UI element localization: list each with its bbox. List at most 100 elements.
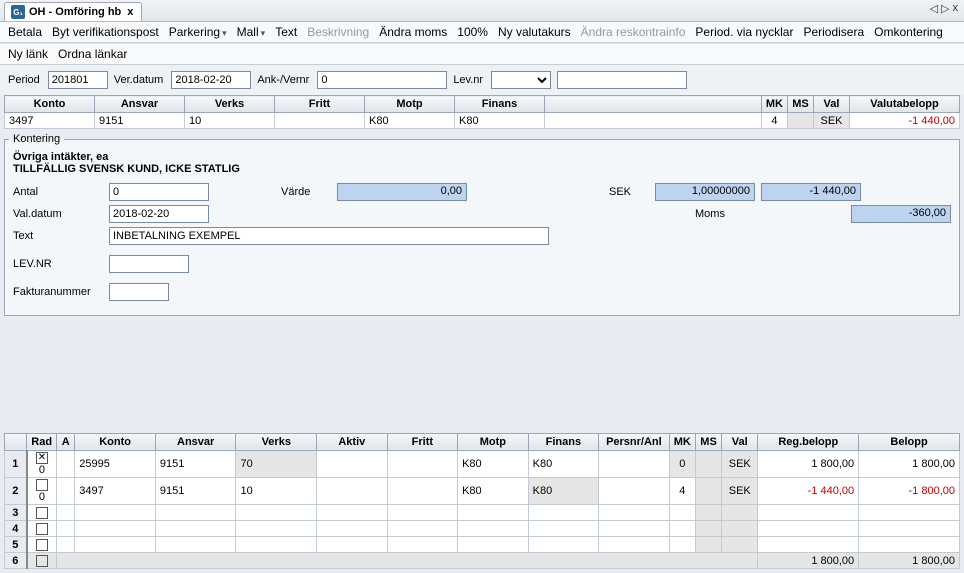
- cell-pers[interactable]: [599, 537, 670, 553]
- cell-pers[interactable]: [599, 521, 670, 537]
- cell-ansvar[interactable]: [155, 505, 236, 521]
- toolbar-byt-verifikationspost[interactable]: Byt verifikationspost: [52, 25, 159, 39]
- cell-fritt[interactable]: [387, 450, 458, 477]
- cell-val[interactable]: SEK: [814, 113, 850, 129]
- col-motp[interactable]: Motp: [365, 96, 455, 113]
- col-ansvar[interactable]: Ansvar: [95, 96, 185, 113]
- verdatum-input[interactable]: [171, 71, 251, 89]
- cell-reg[interactable]: [758, 505, 859, 521]
- cell-verks[interactable]: [236, 537, 317, 553]
- rad-cell[interactable]: 0: [27, 450, 57, 477]
- cell-aktiv[interactable]: [317, 505, 388, 521]
- checkbox-icon[interactable]: [36, 452, 48, 464]
- cell-ms[interactable]: [695, 537, 721, 553]
- cell-bel[interactable]: [859, 537, 960, 553]
- cell-verks[interactable]: 10: [236, 477, 317, 504]
- cell-konto[interactable]: [75, 505, 156, 521]
- cell-fritt[interactable]: [387, 537, 458, 553]
- cell-finans[interactable]: K80: [455, 113, 545, 129]
- toolbar-ny-valutakurs[interactable]: Ny valutakurs: [498, 25, 571, 39]
- cell-ms[interactable]: [695, 521, 721, 537]
- col-val[interactable]: Val: [814, 96, 850, 113]
- rad-cell[interactable]: [27, 521, 57, 537]
- cell-fritt[interactable]: [275, 113, 365, 129]
- lcol-aktiv[interactable]: Aktiv: [317, 433, 388, 450]
- ank-input[interactable]: [317, 71, 447, 89]
- cell-fritt[interactable]: [387, 521, 458, 537]
- rownum-cell[interactable]: 2: [5, 477, 27, 504]
- col-fritt[interactable]: Fritt: [275, 96, 365, 113]
- cell-bel[interactable]: 1 800,00: [859, 450, 960, 477]
- col-blank[interactable]: [545, 96, 762, 113]
- lcol-belopp[interactable]: Belopp: [859, 433, 960, 450]
- toolbar--ndra-moms[interactable]: Ändra moms: [379, 25, 447, 39]
- cell-ansvar[interactable]: [155, 537, 236, 553]
- cell-verks[interactable]: 70: [236, 450, 317, 477]
- rad-cell[interactable]: 0: [27, 477, 57, 504]
- cell-mk[interactable]: 4: [669, 477, 695, 504]
- lcol-a[interactable]: A: [57, 433, 75, 450]
- cell-a[interactable]: [57, 521, 75, 537]
- cell-val[interactable]: [722, 521, 758, 537]
- antal-input[interactable]: [109, 183, 209, 201]
- cell-reg[interactable]: 1 800,00: [758, 450, 859, 477]
- lcol-verks[interactable]: Verks: [236, 433, 317, 450]
- lcol-motp[interactable]: Motp: [458, 433, 529, 450]
- lcol-ansvar[interactable]: Ansvar: [155, 433, 236, 450]
- cell-ms[interactable]: [695, 505, 721, 521]
- lcol-fritt[interactable]: Fritt: [387, 433, 458, 450]
- rownum-cell[interactable]: 5: [5, 537, 27, 553]
- cell-blank[interactable]: [545, 113, 762, 129]
- cell-finans[interactable]: K80: [528, 450, 599, 477]
- rownum-cell[interactable]: 4: [5, 521, 27, 537]
- checkbox-icon[interactable]: [36, 507, 48, 519]
- cell-motp[interactable]: K80: [365, 113, 455, 129]
- cell-reg[interactable]: [758, 537, 859, 553]
- lcol-mk[interactable]: MK: [669, 433, 695, 450]
- period-input[interactable]: [48, 71, 108, 89]
- cell-mk[interactable]: [669, 505, 695, 521]
- lcol-ms[interactable]: MS: [695, 433, 721, 450]
- cell-val[interactable]: [722, 537, 758, 553]
- cell-reg[interactable]: -1 440,00: [758, 477, 859, 504]
- cell-aktiv[interactable]: [317, 537, 388, 553]
- lcol-rownum[interactable]: [5, 433, 27, 450]
- toolbar-ny-l-nk[interactable]: Ny länk: [8, 47, 48, 61]
- toolbar-ordna-l-nkar[interactable]: Ordna länkar: [58, 47, 127, 61]
- rownum-cell[interactable]: 1: [5, 450, 27, 477]
- cell-fritt[interactable]: [387, 505, 458, 521]
- levnr-select[interactable]: [491, 71, 551, 89]
- cell-val[interactable]: SEK: [722, 477, 758, 504]
- cell-motp[interactable]: [458, 505, 529, 521]
- cell-konto[interactable]: 3497: [75, 477, 156, 504]
- cell-verks[interactable]: [236, 521, 317, 537]
- toolbar-mall[interactable]: Mall: [237, 25, 266, 39]
- rate-field[interactable]: 1,00000000: [655, 183, 755, 201]
- rad-cell[interactable]: [27, 537, 57, 553]
- cell-pers[interactable]: [599, 477, 670, 504]
- cell-finans[interactable]: [528, 505, 599, 521]
- cell-mk[interactable]: [669, 537, 695, 553]
- cell-motp[interactable]: [458, 521, 529, 537]
- cell-ms[interactable]: [788, 113, 814, 129]
- lcol-persnr-anl[interactable]: Persnr/Anl: [599, 433, 670, 450]
- header-row[interactable]: 3497 9151 10 K80 K80 4 SEK -1 440,00: [5, 113, 960, 129]
- cell-pers[interactable]: [599, 450, 670, 477]
- valdatum-input[interactable]: [109, 205, 209, 223]
- cell-fritt[interactable]: [387, 477, 458, 504]
- cell-motp[interactable]: K80: [458, 450, 529, 477]
- table-row[interactable]: 2 03497915110K80K804SEK-1 440,00-1 800,0…: [5, 477, 960, 504]
- prev-icon[interactable]: ◁: [930, 2, 938, 15]
- cell-mk[interactable]: 4: [761, 113, 787, 129]
- levnr-kont-input[interactable]: [109, 255, 189, 273]
- checkbox-icon[interactable]: [36, 555, 48, 567]
- cell-a[interactable]: [57, 477, 75, 504]
- cell-a[interactable]: [57, 450, 75, 477]
- cell-konto[interactable]: [75, 537, 156, 553]
- cell-finans[interactable]: K80: [528, 477, 599, 504]
- col-konto[interactable]: Konto: [5, 96, 95, 113]
- text-input[interactable]: [109, 227, 549, 245]
- cell-ms[interactable]: [695, 450, 721, 477]
- checkbox-icon[interactable]: [36, 539, 48, 551]
- cell-mk[interactable]: 0: [669, 450, 695, 477]
